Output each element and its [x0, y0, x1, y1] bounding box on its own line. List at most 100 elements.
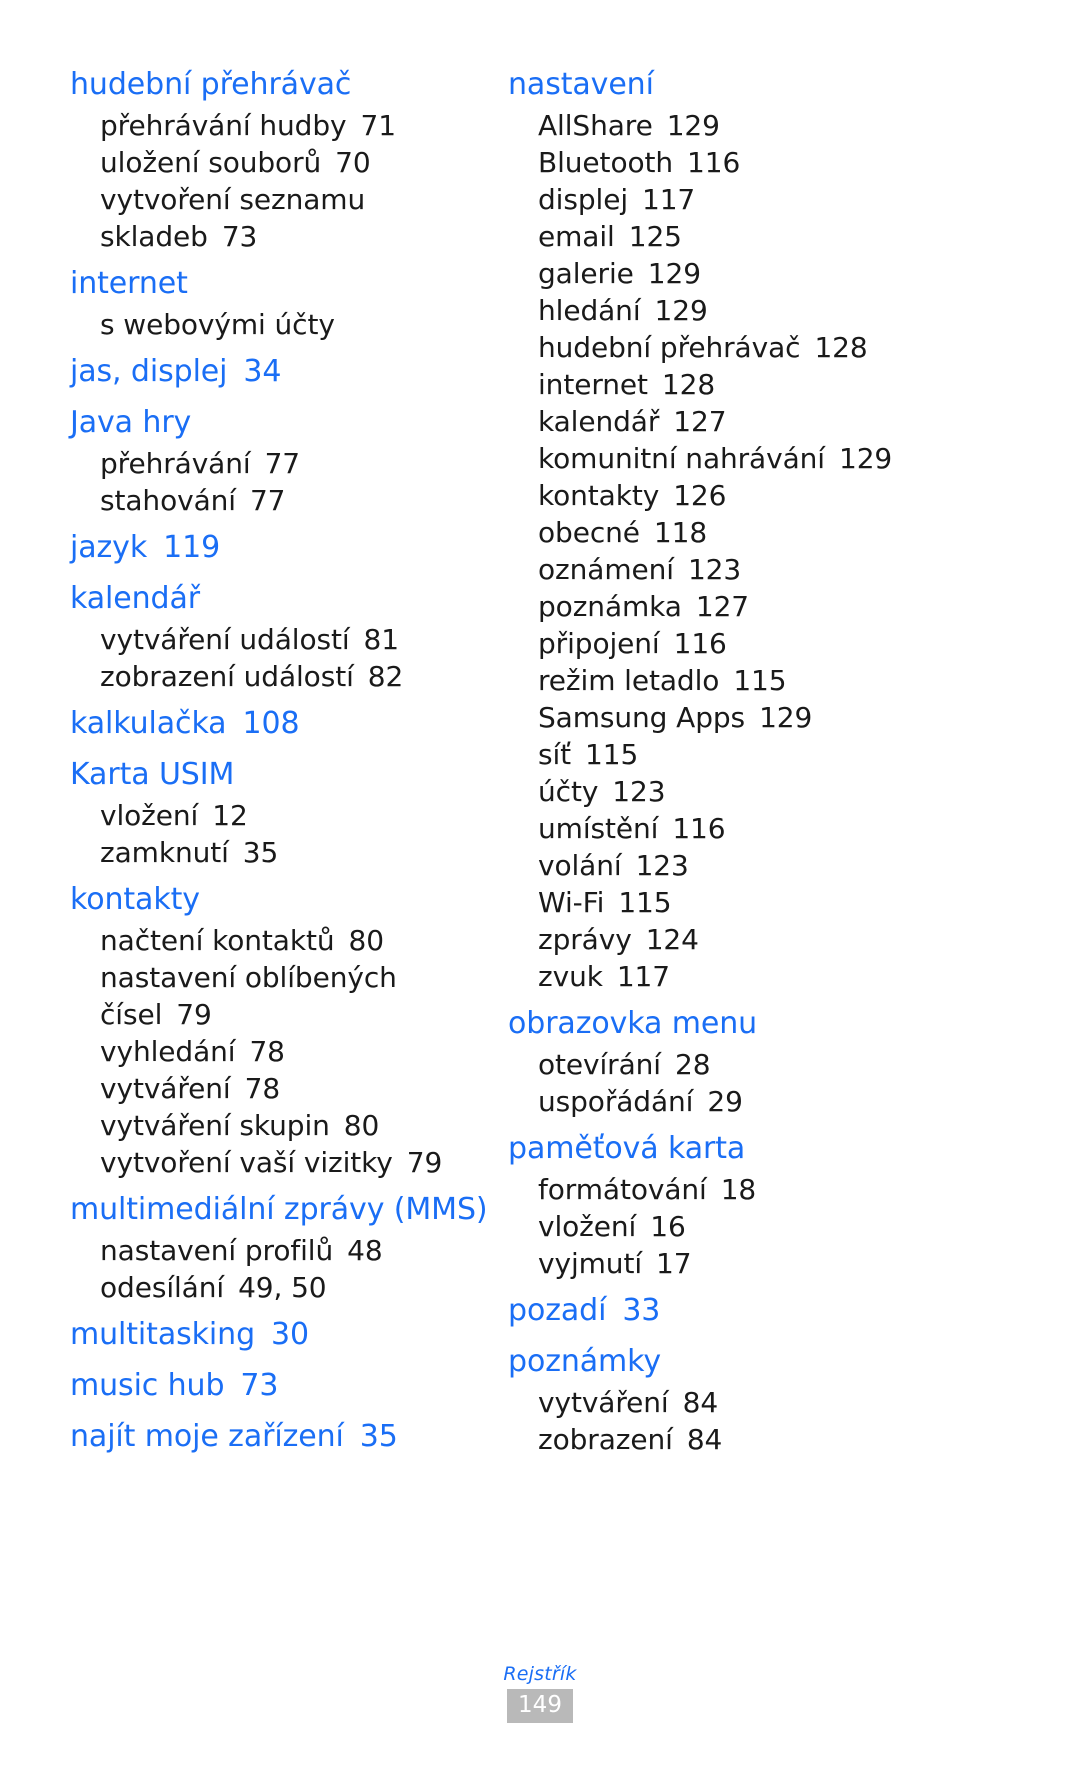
index-subentry-label: Samsung Apps — [538, 701, 746, 734]
index-subentry[interactable]: uspořádání 29 — [508, 1083, 1060, 1120]
index-subentry[interactable]: Wi-Fi 115 — [508, 884, 1060, 921]
index-subentry[interactable]: síť 115 — [508, 736, 1060, 773]
index-subentry[interactable]: internet 128 — [508, 366, 1060, 403]
index-heading[interactable]: multimediální zprávy (MMS) — [70, 1187, 490, 1232]
index-subentry[interactable]: zprávy 124 — [508, 921, 1060, 958]
index-subentry-page: 49, 50 — [238, 1271, 327, 1304]
index-group: najít moje zařízení 35 — [70, 1414, 490, 1459]
index-subentry-page: 81 — [363, 623, 400, 656]
index-subentry[interactable]: vložení 12 — [70, 797, 490, 834]
index-subentry-label: displej — [538, 183, 628, 216]
index-subentry[interactable]: nastavení profilů 48 — [70, 1232, 490, 1269]
index-subentry[interactable]: nastavení oblíbených — [70, 959, 490, 996]
index-subentry[interactable]: AllShare 129 — [508, 107, 1060, 144]
index-heading-label: multimediální zprávy (MMS) — [70, 1192, 488, 1227]
index-subentry[interactable]: odesílání 49, 50 — [70, 1269, 490, 1306]
index-subentry[interactable]: vyhledání 78 — [70, 1033, 490, 1070]
index-heading[interactable]: jazyk 119 — [70, 525, 490, 570]
index-heading[interactable]: internet — [70, 261, 490, 306]
index-subentry[interactable]: načtení kontaktů 80 — [70, 922, 490, 959]
index-heading[interactable]: nastavení — [508, 62, 1060, 107]
index-heading[interactable]: kontakty — [70, 877, 490, 922]
index-heading[interactable]: kalendář — [70, 576, 490, 621]
index-subentry[interactable]: oznámení 123 — [508, 551, 1060, 588]
index-heading[interactable]: jas, displej 34 — [70, 349, 490, 394]
index-subentry[interactable]: uložení souborů 70 — [70, 144, 490, 181]
index-subentry[interactable]: kontakty 126 — [508, 477, 1060, 514]
index-subentry[interactable]: poznámka 127 — [508, 588, 1060, 625]
index-subentry[interactable]: volání 123 — [508, 847, 1060, 884]
index-subentry[interactable]: komunitní nahrávání 129 — [508, 440, 1060, 477]
index-subentry-label: vyhledání — [100, 1035, 236, 1068]
index-heading[interactable]: poznámky — [508, 1339, 1060, 1384]
index-subentry[interactable]: skladeb 73 — [70, 218, 490, 255]
index-subentry[interactable]: vytváření skupin 80 — [70, 1107, 490, 1144]
index-heading-label: multitasking — [70, 1317, 256, 1352]
index-subentry[interactable]: čísel 79 — [70, 996, 490, 1033]
index-subentry-label: kontakty — [538, 479, 660, 512]
index-heading[interactable]: music hub 73 — [70, 1363, 490, 1408]
index-group: kontakty načtení kontaktů 80 nastavení oblí… — [70, 877, 490, 1181]
index-heading[interactable]: kalkulačka 108 — [70, 701, 490, 746]
index-subentry[interactable]: Samsung Apps 129 — [508, 699, 1060, 736]
index-subentry-label: hudební přehrávač — [538, 331, 801, 364]
index-subentry[interactable]: s webovými účty — [70, 306, 490, 343]
index-subentry-label: režim letadlo — [538, 664, 720, 697]
index-subentry[interactable]: obecné 118 — [508, 514, 1060, 551]
index-subentry[interactable]: vytváření 84 — [508, 1384, 1060, 1421]
index-subentry[interactable]: umístění 116 — [508, 810, 1060, 847]
index-subentry[interactable]: vyjmutí 17 — [508, 1245, 1060, 1282]
index-heading[interactable]: Karta USIM — [70, 752, 490, 797]
index-heading[interactable]: najít moje zařízení 35 — [70, 1414, 490, 1459]
index-heading-label: najít moje zařízení — [70, 1419, 344, 1454]
index-subentry[interactable]: hudební přehrávač 128 — [508, 329, 1060, 366]
index-heading[interactable]: multitasking 30 — [70, 1312, 490, 1357]
index-subentry[interactable]: přehrávání 77 — [70, 445, 490, 482]
index-subentry[interactable]: hledání 129 — [508, 292, 1060, 329]
index-subentry[interactable]: stahování 77 — [70, 482, 490, 519]
index-subentry-label: umístění — [538, 812, 659, 845]
index-subentry[interactable]: vytvoření vaší vizitky 79 — [70, 1144, 490, 1181]
index-page: hudební přehrávač přehrávání hudby 71 ulože… — [0, 0, 1080, 1771]
index-heading-label: jas, displej — [70, 354, 228, 389]
index-subentry-label: vytváření událostí — [100, 623, 350, 656]
index-heading[interactable]: hudební přehrávač — [70, 62, 490, 107]
index-heading[interactable]: paměťová karta — [508, 1126, 1060, 1171]
index-subentry-label: vytváření — [538, 1386, 669, 1419]
index-subentry[interactable]: zvuk 117 — [508, 958, 1060, 995]
index-subentry[interactable]: galerie 129 — [508, 255, 1060, 292]
index-subentry[interactable]: připojení 116 — [508, 625, 1060, 662]
index-subentry[interactable]: účty 123 — [508, 773, 1060, 810]
index-subentry[interactable]: kalendář 127 — [508, 403, 1060, 440]
index-subentry-page: 80 — [348, 924, 385, 957]
index-subentry-label: zobrazení událostí — [100, 660, 354, 693]
index-subentry[interactable]: Bluetooth 116 — [508, 144, 1060, 181]
index-subentry[interactable]: režim letadlo 115 — [508, 662, 1060, 699]
index-subentry[interactable]: zobrazení 84 — [508, 1421, 1060, 1458]
index-subentry-page: 129 — [838, 442, 893, 475]
index-subentry[interactable]: vytvoření seznamu — [70, 181, 490, 218]
index-subentry[interactable]: displej 117 — [508, 181, 1060, 218]
page-footer: Rejstřík 149 — [0, 1663, 1080, 1723]
index-subentry-page: 123 — [687, 553, 742, 586]
index-subentry[interactable]: vložení 16 — [508, 1208, 1060, 1245]
index-subentry[interactable]: zobrazení událostí 82 — [70, 658, 490, 695]
index-subentry[interactable]: zamknutí 35 — [70, 834, 490, 871]
index-subentry-label: skladeb — [100, 220, 208, 253]
index-subentry[interactable]: přehrávání hudby 71 — [70, 107, 490, 144]
index-subentry-label: účty — [538, 775, 599, 808]
index-group: hudební přehrávač přehrávání hudby 71 ulože… — [70, 62, 490, 255]
index-subentry-page: 129 — [647, 257, 701, 290]
index-heading[interactable]: pozadí 33 — [508, 1288, 1060, 1333]
index-heading[interactable]: obrazovka menu — [508, 1001, 1060, 1046]
index-subentry-label: přehrávání hudby — [100, 109, 347, 142]
index-subentry-page: 77 — [264, 447, 301, 480]
index-subentry[interactable]: vytváření událostí 81 — [70, 621, 490, 658]
index-subentry[interactable]: vytváření 78 — [70, 1070, 490, 1107]
index-subentry[interactable]: formátování 18 — [508, 1171, 1060, 1208]
index-subentry[interactable]: email 125 — [508, 218, 1060, 255]
index-subentry-page: 117 — [616, 960, 670, 993]
index-subentry-label: načtení kontaktů — [100, 924, 335, 957]
index-subentry[interactable]: otevírání 28 — [508, 1046, 1060, 1083]
index-heading[interactable]: Java hry — [70, 400, 490, 445]
